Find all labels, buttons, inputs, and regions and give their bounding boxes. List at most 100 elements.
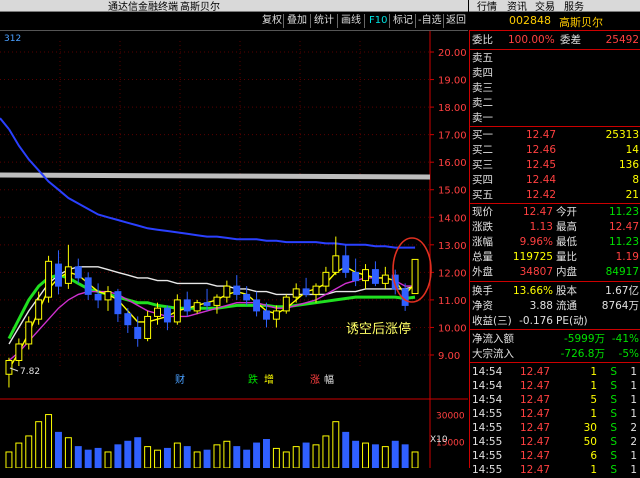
sell-4-row: 卖四 [472,67,493,79]
tick-time: 14:55 [472,450,503,462]
f10-button[interactable]: F10 [369,13,387,29]
buy-label: 买一 [472,129,493,141]
mark-button[interactable]: 标记 [393,13,413,29]
buy-price: 12.42 [526,189,557,201]
tick-time: 14:55 [472,436,503,448]
tick-count: 1 [630,464,637,476]
tick-time: 14:54 [472,394,503,406]
volume-bar [104,451,112,468]
event-labels: 财 跌 增 涨 幅 [175,373,334,386]
stat-value: 9.96% [519,236,553,248]
tick-row: 14:54 12.47 5 S 1 [470,393,640,408]
stock-code: 002848 [509,14,551,27]
candle-body [55,263,62,287]
back-button[interactable]: 返回 [446,13,466,29]
kline-chart[interactable]: 3000015000 20.00 19.00 18.00 17.00 16.00 15.0… [0,31,468,468]
candle-body [193,302,201,312]
price-tick-label: 17.00 [438,131,467,142]
volume-bar [213,444,221,468]
restore-rights-button[interactable]: 复权 [262,13,282,29]
volume-bar [411,451,419,468]
volume-bar [134,437,142,468]
horizontal-band-line [0,172,431,180]
candle-body [35,299,43,320]
stat-label: PE(动) [556,315,588,327]
candle-body [272,310,280,320]
candle-body [114,291,122,315]
sell-2-row: 卖二 [472,97,493,109]
candle-body [253,299,261,312]
tick-row: 14:54 12.47 1 S 1 [470,379,640,394]
volume-bar [64,437,72,468]
volume-bar [144,446,152,468]
buy-price: 12.47 [526,129,557,141]
volume-bar [223,440,231,468]
candle-body [381,274,389,284]
candle-body [342,255,350,273]
volume-bar [25,435,33,468]
volume-bar [352,440,360,468]
volume-bar [282,451,290,468]
stat-value: 8764万 [601,300,639,312]
volume-bar [163,447,171,468]
stat-row: 净资 3.88 流通 8764万 [470,299,640,314]
watchlist-button[interactable]: -自选 [418,13,442,29]
volume-bar [332,421,340,468]
price-tick-label: 18.00 [438,103,467,114]
buy-label: 买五 [472,189,493,201]
volume-bar [253,442,261,468]
ma-line-blue [8,128,415,249]
tick-volume: 30 [583,422,597,434]
volume-bar [371,444,379,468]
stat-value: -0.176 [519,315,553,327]
candle-body [233,285,241,295]
chart-annotation: 诱空后涨停 [346,322,412,337]
buy-label: 买三 [472,159,493,171]
overlay-button[interactable]: 叠加 [287,13,307,29]
tick-price: 12.47 [520,380,551,392]
tick-price: 12.47 [520,422,551,434]
event-label-increase: 增 [264,373,274,386]
volume-bar [312,444,320,468]
tick-price: 12.47 [520,394,551,406]
buy-volume: 21 [625,189,639,201]
stat-label: 总量 [472,251,493,263]
tick-side: S [610,380,617,392]
stat-label: 涨跌 [472,221,493,233]
candle-body [411,258,419,295]
stat-row: 外盘 34807 内盘 84917 [470,265,640,280]
tick-side: S [610,464,617,476]
candle-body [163,307,171,323]
tick-side: S [610,408,617,420]
tick-count: 1 [630,408,637,420]
statistics-button[interactable]: 统计 [314,13,334,29]
tick-price: 12.47 [520,464,551,476]
event-label-range: 幅 [324,373,334,386]
stat-label: 最高 [556,221,577,233]
stat-label: 换手 [472,285,493,297]
buy-label: 买四 [472,174,493,186]
volume-bar [272,447,280,468]
stat-label: 股本 [556,285,577,297]
stat-row: 换手 13.66% 股本 1.67亿 [470,284,640,299]
tick-volume: 6 [590,450,597,462]
price-axis: 20.00 19.00 18.00 17.00 16.00 15.00 14.00 13.00… [430,48,467,362]
tick-count: 1 [630,450,637,462]
stat-value: 13.66% [512,285,553,297]
draw-line-button[interactable]: 画线 [341,13,361,29]
tick-count: 2 [630,422,637,434]
volume-bar [94,447,102,468]
tick-row: 14:55 12.47 30 S 2 [470,421,640,436]
tick-time: 14:55 [472,408,503,420]
tick-volume: 1 [590,380,597,392]
tick-volume: 1 [590,366,597,378]
flow-percent: -41% [611,333,639,345]
stat-value: 11.23 [608,236,639,248]
sell-1-row: 卖一 [472,112,493,124]
top-left-label: 312 [4,34,21,44]
tick-price: 12.47 [520,366,551,378]
candle-body [5,359,13,375]
volume-bar [362,442,369,468]
tick-volume: 50 [583,436,597,448]
candle-body [263,310,270,320]
